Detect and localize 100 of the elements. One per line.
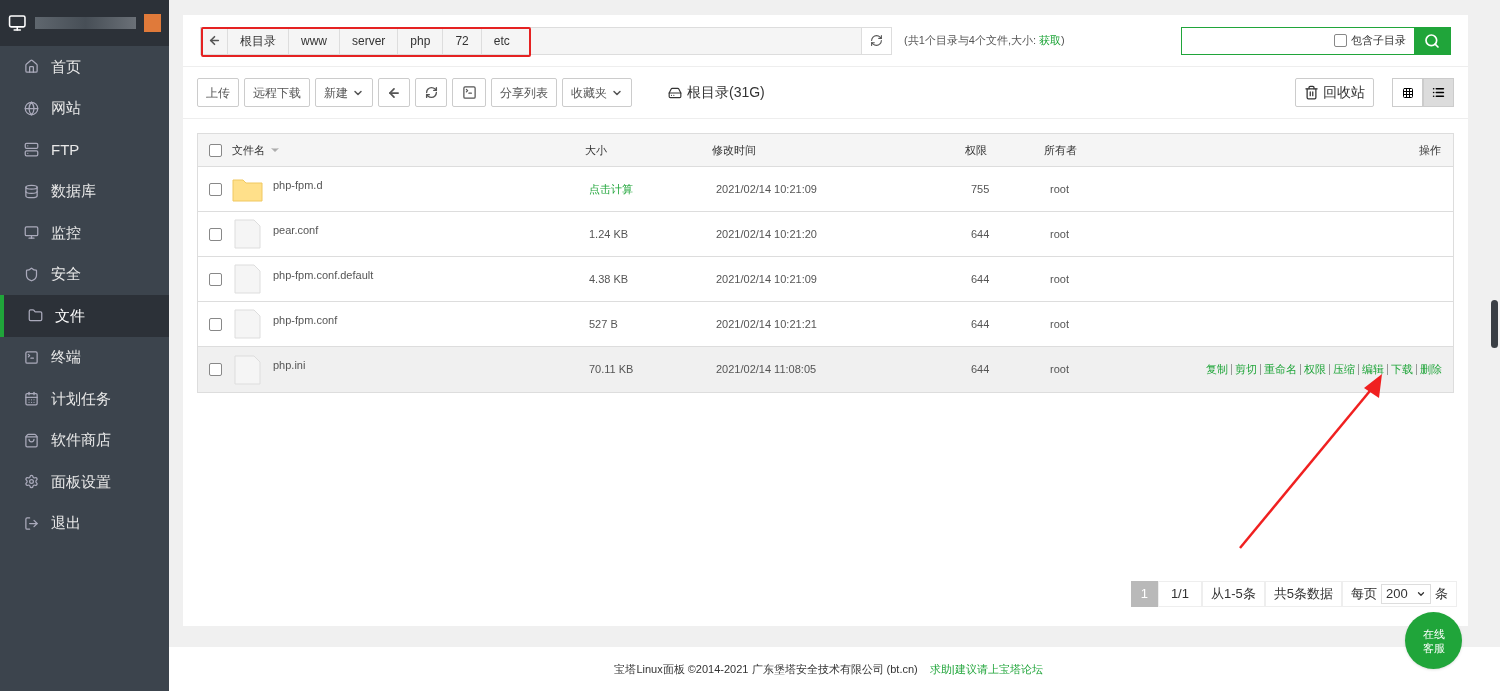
sidebar-item[interactable]: 监控 xyxy=(0,212,169,254)
checkbox[interactable] xyxy=(208,272,222,286)
modified-time: 2021/02/14 10:21:09 xyxy=(715,181,818,197)
logout-icon xyxy=(24,515,39,531)
disk-label: 根目录(31G) xyxy=(687,83,765,102)
column-header[interactable]: 文件名 xyxy=(232,141,265,159)
modified-time: 2021/02/14 11:08:05 xyxy=(715,362,818,378)
toolbar-button[interactable]: 远程下载 xyxy=(244,78,310,107)
bag-icon xyxy=(24,432,39,448)
sidebar-item[interactable]: 退出 xyxy=(0,502,169,544)
file-size: 527 B xyxy=(588,316,619,332)
terminal-icon xyxy=(461,85,477,100)
sidebar-item[interactable]: 软件商店 xyxy=(0,419,169,461)
refresh-button[interactable] xyxy=(861,27,891,54)
directory-info: (共1个目录与4个文件,大小: 获取) xyxy=(904,33,1065,49)
sidebar-item[interactable]: 面板设置 xyxy=(0,461,169,503)
file-name[interactable]: pear.conf xyxy=(273,221,319,239)
back-arrow-icon xyxy=(207,34,221,47)
folder-icon xyxy=(28,308,43,324)
sidebar-item[interactable]: 数据库 xyxy=(0,170,169,212)
calendar-icon xyxy=(24,391,39,407)
toolbar-button[interactable]: 分享列表 xyxy=(491,78,557,107)
checkbox[interactable] xyxy=(208,143,222,157)
file-size: 4.38 KB xyxy=(588,271,630,287)
file-size: 70.11 KB xyxy=(588,362,635,378)
column-header: 修改时间 xyxy=(712,142,757,158)
caret-icon xyxy=(1416,589,1426,599)
file-name[interactable]: php-fpm.conf.default xyxy=(273,266,374,284)
trash-icon xyxy=(1304,85,1319,100)
owner: root xyxy=(1049,362,1070,378)
folder-icon xyxy=(232,176,263,202)
database-icon xyxy=(24,183,39,199)
terminal-button[interactable] xyxy=(452,78,486,107)
home-icon xyxy=(24,59,39,75)
search-icon xyxy=(1424,32,1440,49)
grid-view-button[interactable] xyxy=(1392,78,1423,107)
checkbox[interactable] xyxy=(208,363,222,376)
modified-time: 2021/02/14 10:21:09 xyxy=(715,271,818,287)
refresh-icon xyxy=(424,86,438,99)
refresh-button[interactable] xyxy=(415,78,447,107)
breadcrumb-item[interactable]: etc xyxy=(480,27,522,54)
column-header: 大小 xyxy=(585,142,608,158)
permission: 644 xyxy=(970,271,991,287)
sidebar-item[interactable]: 首页 xyxy=(0,46,169,88)
checkbox[interactable] xyxy=(1334,34,1347,47)
owner: root xyxy=(1049,271,1070,287)
search-button[interactable] xyxy=(1414,27,1450,54)
toolbar-button[interactable]: 上传 xyxy=(197,78,239,107)
sidebar-item[interactable]: 网站 xyxy=(0,87,169,129)
per-page-label: 每页 xyxy=(1351,585,1377,604)
owner: root xyxy=(1049,181,1070,197)
checkbox[interactable] xyxy=(208,227,222,241)
dropdown-button[interactable]: 新建 xyxy=(315,78,373,107)
sidebar-item[interactable]: 终端 xyxy=(0,336,169,378)
checkbox-label: 包含子目录 xyxy=(1351,33,1406,49)
sidebar-item[interactable]: 文件 xyxy=(0,295,169,337)
sidebar-item[interactable]: 计划任务 xyxy=(0,378,169,420)
breadcrumb-item[interactable]: php xyxy=(397,27,443,54)
modified-time: 2021/02/14 10:21:20 xyxy=(715,226,818,242)
file-icon xyxy=(234,264,261,294)
file-name[interactable]: php.ini xyxy=(273,357,306,374)
column-header: 权限 xyxy=(965,142,988,158)
file-size: 1.24 KB xyxy=(588,226,630,242)
breadcrumb-item[interactable]: server xyxy=(339,27,398,54)
row-range: 从1-5条 xyxy=(1201,581,1265,607)
total-count: 共5条数据 xyxy=(1264,581,1342,607)
breadcrumb-item[interactable]: www xyxy=(288,27,339,54)
column-header: 所有者 xyxy=(1044,142,1078,158)
dropdown-button[interactable]: 收藏夹 xyxy=(562,78,632,107)
search-field[interactable]: 包含子目录 xyxy=(1181,26,1451,55)
page-count: 1/1 xyxy=(1157,581,1202,607)
monitor-icon xyxy=(8,13,27,33)
owner: root xyxy=(1049,316,1070,332)
scrollbar xyxy=(1491,300,1498,348)
per-page-select[interactable]: 200 xyxy=(1381,584,1431,604)
refresh-icon xyxy=(870,34,883,47)
sidebar-item[interactable]: 安全 xyxy=(0,253,169,295)
back-button[interactable] xyxy=(378,78,410,107)
per-page-unit: 条 xyxy=(1435,585,1448,604)
file-name[interactable]: php-fpm.conf xyxy=(273,311,338,329)
checkbox[interactable] xyxy=(208,182,222,196)
file-name[interactable]: php-fpm.d xyxy=(273,176,323,194)
permission: 644 xyxy=(970,226,991,242)
file-icon xyxy=(234,219,261,249)
modified-time: 2021/02/14 10:21:21 xyxy=(715,316,818,332)
sidebar-item[interactable]: FTP xyxy=(0,129,169,171)
breadcrumb-item[interactable]: 72 xyxy=(442,27,481,54)
shield-icon xyxy=(24,266,39,282)
owner: root xyxy=(1049,226,1070,242)
globe-icon xyxy=(24,100,39,116)
monitor-icon xyxy=(24,225,39,241)
breadcrumb-item[interactable]: 根目录 xyxy=(227,27,288,54)
file-row[interactable]: php.ini 70.11 KB 2021/02/14 11:08:05 644 root 复制 剪切 重命名 权限 压缩 编辑 下载 删除 xyxy=(198,347,1453,392)
grid-icon xyxy=(1401,86,1414,99)
avatar-icon xyxy=(144,14,161,32)
recycle-bin-button[interactable]: 回收站 xyxy=(1295,78,1374,107)
checkbox[interactable] xyxy=(208,317,222,331)
permission: 755 xyxy=(970,181,991,197)
list-view-button[interactable] xyxy=(1423,78,1454,107)
settings-icon xyxy=(24,474,39,490)
